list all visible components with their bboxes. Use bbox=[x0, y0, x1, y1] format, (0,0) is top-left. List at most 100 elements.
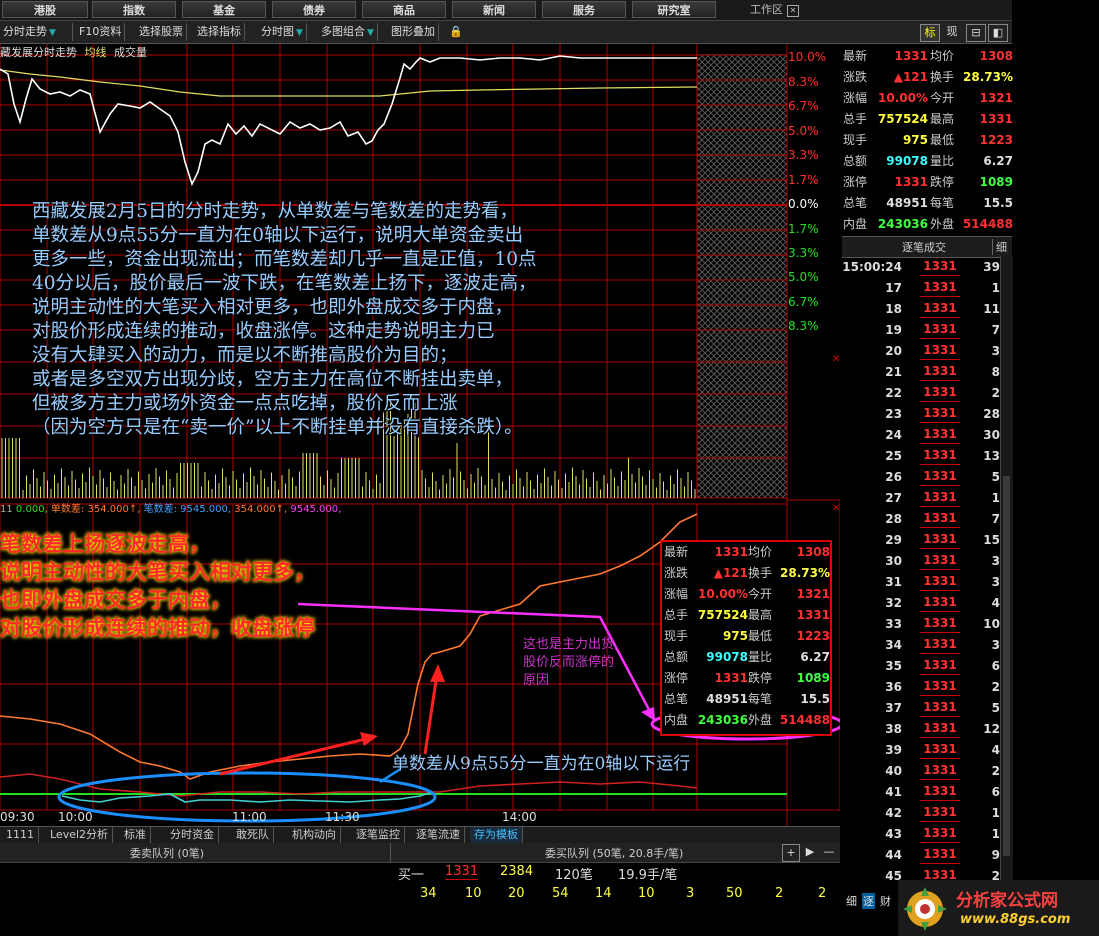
quote-row: 涨幅 10.00% 今开 1321 bbox=[843, 88, 1013, 109]
bottom-tab[interactable]: Level2分析 bbox=[46, 827, 114, 843]
annotation-red-arrow bbox=[219, 736, 371, 776]
tick-time: 29 bbox=[885, 533, 902, 547]
tab-finance[interactable]: 财 bbox=[880, 893, 891, 909]
quote-value: 1331 bbox=[714, 545, 748, 559]
tick-time: 33 bbox=[885, 617, 902, 631]
window-restore-icon[interactable]: ⊟ bbox=[966, 24, 986, 42]
quote-label: 总额 bbox=[664, 650, 689, 664]
tick-scrollbar[interactable] bbox=[1000, 256, 1013, 892]
stock-terminal-window: { "nav": { "buttons": ["港股","指数","基金","债… bbox=[0, 0, 1099, 936]
tick-time: 31 bbox=[885, 575, 902, 589]
toolbar-intraday[interactable]: 分时走势 ▼ bbox=[0, 23, 73, 41]
workarea-menu[interactable]: 工作区 ✕ bbox=[750, 0, 799, 19]
tick-row: 24 1331 30 bbox=[842, 425, 1000, 446]
pct-label-up: 5.0% bbox=[788, 124, 819, 138]
play-icon[interactable]: ▶ bbox=[803, 844, 817, 860]
future-area bbox=[697, 54, 787, 498]
percent-axis: 10.0% 8.3% 6.7% 5.0% 3.3% 1.7% 0.0% 1.7% 3.3% 5.0… bbox=[788, 44, 840, 344]
quote-value: 1331 bbox=[894, 49, 928, 63]
nav-button-fund[interactable]: 基金 bbox=[182, 1, 266, 18]
bottom-tab[interactable]: 机构动向 bbox=[288, 827, 341, 843]
tick-volume: 2 bbox=[991, 680, 1000, 694]
tick-row: 30 1331 3 bbox=[842, 551, 1000, 572]
quote-row: 内盘 243036 外盘 514488 bbox=[664, 710, 830, 731]
bottom-tab[interactable]: 逐笔监控 bbox=[352, 827, 405, 843]
toolbar-intraday-chart[interactable]: 分时图 ▼ bbox=[258, 23, 307, 41]
tick-price: 1331 bbox=[920, 803, 960, 822]
tick-detail-toggle[interactable]: 细 bbox=[992, 239, 1007, 255]
quote-label: 今开 bbox=[930, 91, 955, 105]
tick-row: 41 1331 6 bbox=[842, 782, 1000, 803]
minimize-icon[interactable]: — bbox=[822, 844, 836, 860]
close-icon[interactable]: ✕ bbox=[787, 5, 799, 17]
arrowhead-icon bbox=[430, 664, 445, 682]
nav-button-news[interactable]: 新闻 bbox=[452, 1, 536, 18]
quote-row: 最新 1331 均价 1308 bbox=[843, 46, 1013, 67]
bottom-tab[interactable]: 存为模板 bbox=[470, 827, 523, 843]
tick-time: 24 bbox=[885, 428, 902, 442]
tick-price: 1331 bbox=[920, 320, 960, 339]
buy-queue-title: 委买队列 (50笔, 20.8手/笔) bbox=[545, 847, 684, 860]
average-price-line bbox=[0, 69, 698, 97]
quote-label: 最高 bbox=[930, 112, 955, 126]
quote-value: 1331 bbox=[796, 608, 830, 622]
quote-row: 最新 1331 均价 1308 bbox=[664, 542, 830, 563]
pct-label-zero: 0.0% bbox=[788, 197, 819, 211]
quote-label: 总手 bbox=[843, 112, 868, 126]
nav-button-hk[interactable]: 港股 bbox=[2, 1, 88, 18]
pct-label-up: 8.3% bbox=[788, 75, 819, 89]
tick-header: 逐笔成交 细 bbox=[842, 236, 1012, 258]
tick-volume: 2 bbox=[991, 386, 1000, 400]
close-icon[interactable]: ✕ bbox=[832, 503, 840, 514]
tick-time: 40 bbox=[885, 764, 902, 778]
quote-value: 514488 bbox=[779, 713, 830, 727]
tab-tick[interactable]: 逐 bbox=[862, 893, 875, 909]
tab-standard[interactable]: 标 bbox=[920, 24, 940, 42]
toolbar-multi-chart[interactable]: 多图组合 ▼ bbox=[318, 23, 378, 41]
toolbar-select-stock[interactable]: 选择股票 bbox=[136, 23, 187, 41]
nav-button-index[interactable]: 指数 bbox=[92, 1, 176, 18]
bottom-tab[interactable]: 逐笔流速 bbox=[412, 827, 465, 843]
tick-time: 38 bbox=[885, 722, 902, 736]
time-label: 10:00 bbox=[58, 810, 93, 824]
tab-current[interactable]: 现 bbox=[944, 24, 960, 40]
tab-detail[interactable]: 细 bbox=[846, 893, 857, 909]
top-nav-bar: 港股 指数 基金 债券 商品 新闻 服务 研究室 工作区 ✕ bbox=[0, 0, 1012, 21]
nav-button-commodity[interactable]: 商品 bbox=[362, 1, 446, 18]
tick-row: 31 1331 3 bbox=[842, 572, 1000, 593]
bottom-tab[interactable]: 标准 bbox=[120, 827, 151, 843]
bottom-tab[interactable]: 分时资金 bbox=[166, 827, 219, 843]
tick-time: 32 bbox=[885, 596, 902, 610]
tick-price: 1331 bbox=[920, 257, 960, 276]
toolbar-label: 多图组合 bbox=[321, 25, 365, 38]
quote-value: 243036 bbox=[697, 713, 748, 727]
close-icon[interactable]: ✕ bbox=[832, 354, 840, 365]
dropdown-arrow-icon: ▼ bbox=[367, 28, 374, 38]
tick-time: 39 bbox=[885, 743, 902, 757]
lock-icon[interactable]: 🔒 bbox=[446, 23, 466, 41]
bottom-tab[interactable]: 敢死队 bbox=[232, 827, 274, 843]
quote-value: 99078 bbox=[706, 650, 748, 664]
tick-price: 1331 bbox=[920, 530, 960, 549]
quote-label: 量比 bbox=[748, 650, 773, 664]
scrollbar-thumb[interactable] bbox=[1003, 476, 1010, 856]
bottom-tabs: 1111 Level2分析 标准 分时资金 敢死队 机构动向 逐笔监控 逐笔流速 存为模板 bbox=[0, 826, 840, 843]
buy1-label: 买一 bbox=[398, 868, 425, 883]
add-icon[interactable]: + bbox=[782, 844, 800, 862]
quote-value: 975 bbox=[722, 629, 748, 643]
bottom-tab[interactable]: 1111 bbox=[2, 827, 39, 843]
nav-button-service[interactable]: 服务 bbox=[542, 1, 626, 18]
order-volume: 2 bbox=[818, 886, 827, 901]
order-volume: 54 bbox=[552, 886, 569, 901]
toolbar-f10[interactable]: F10资料 bbox=[76, 23, 126, 41]
quote-row: 涨跌 ▲121 换手 28.73% bbox=[843, 67, 1013, 88]
panel-toggle-icon[interactable]: ◧ bbox=[988, 24, 1008, 42]
nav-button-bond[interactable]: 债券 bbox=[272, 1, 356, 18]
toolbar-select-indicator[interactable]: 选择指标 bbox=[194, 23, 245, 41]
quote-label: 最新 bbox=[843, 49, 868, 63]
tick-header-title: 逐笔成交 bbox=[902, 241, 946, 254]
pct-label-down: 3.3% bbox=[788, 246, 819, 260]
quote-value: 757524 bbox=[697, 608, 748, 622]
nav-button-research[interactable]: 研究室 bbox=[632, 1, 716, 18]
toolbar-overlay[interactable]: 图形叠加 bbox=[388, 23, 439, 41]
